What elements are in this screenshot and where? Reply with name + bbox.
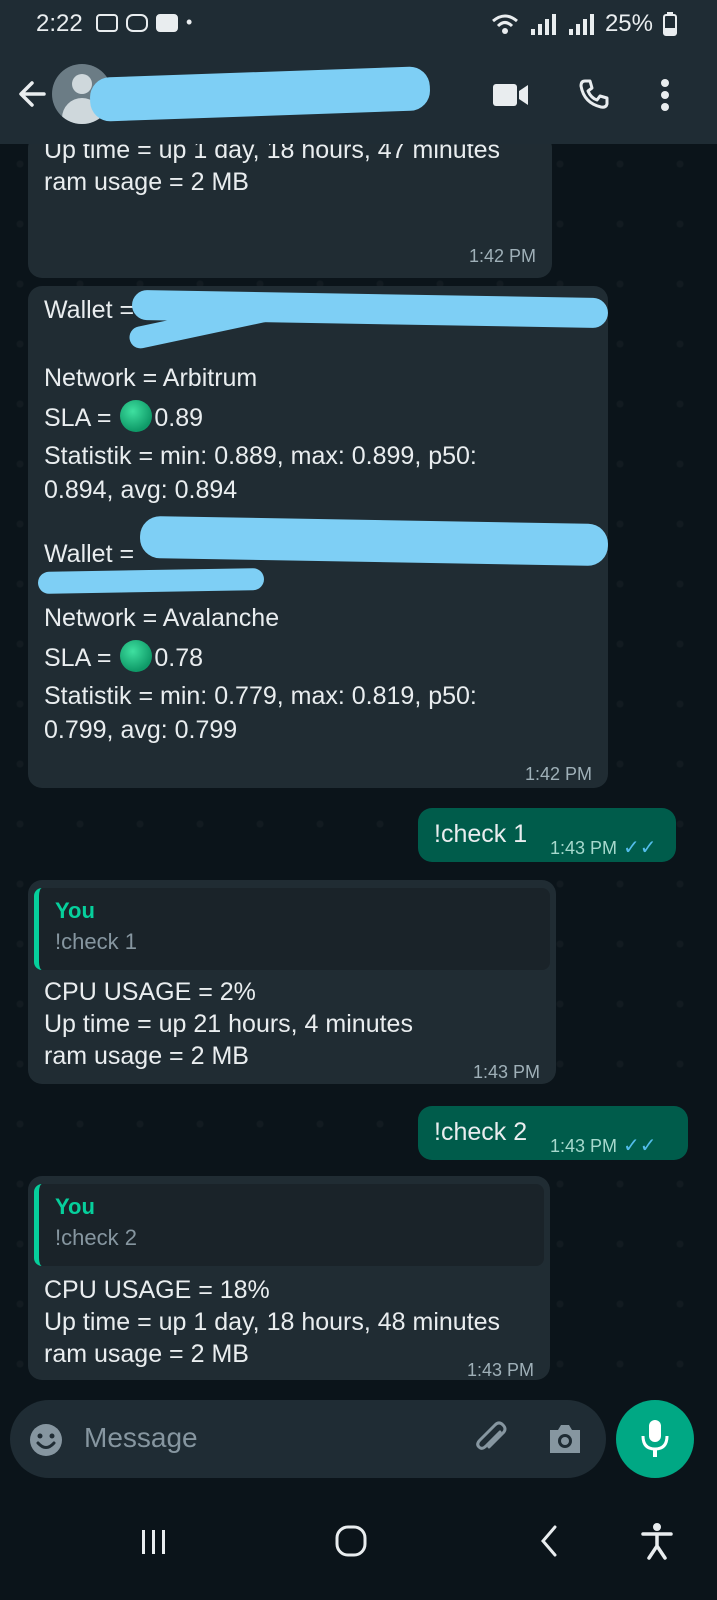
back-arrow-icon[interactable] xyxy=(14,76,50,112)
incoming-message[interactable]: Wallet = ▂▂▂▂▂▂▂▂ Network = Arbitrum SLA… xyxy=(28,286,609,788)
message-text: !check 1 xyxy=(434,820,528,848)
redacted-contact-name[interactable] xyxy=(89,66,431,122)
quote-sender: You xyxy=(55,898,95,923)
message-time: 1:42 PM xyxy=(468,246,536,266)
instagram-notification-icon xyxy=(126,13,148,32)
incoming-message[interactable]: You !check 2 CPU USAGE = 18% Up time = u… xyxy=(28,1176,550,1380)
message-composer[interactable]: Message xyxy=(10,1400,606,1478)
stats-line: Statistik = min: 0.779, max: 0.819, p50: xyxy=(44,682,477,710)
message-line: ram usage = 2 MB xyxy=(44,168,249,196)
message-line: ram usage = 2 MB xyxy=(44,1042,249,1070)
message-time: 1:43 PM xyxy=(466,1360,534,1380)
back-icon[interactable] xyxy=(538,1524,560,1558)
emoji-icon[interactable] xyxy=(28,1422,64,1458)
attach-icon[interactable] xyxy=(472,1420,510,1458)
stats-line: 0.894, avg: 0.894 xyxy=(44,476,238,504)
message-line: Up time = up 1 day, 18 hours, 47 minutes xyxy=(44,144,501,164)
wifi-icon xyxy=(491,14,518,34)
camera-icon[interactable] xyxy=(546,1422,584,1456)
quote-text: !check 1 xyxy=(55,929,137,954)
home-icon[interactable] xyxy=(334,1524,368,1558)
status-bar: 2:22 • 25% xyxy=(0,0,717,46)
stats-line: Statistik = min: 0.889, max: 0.899, p50: xyxy=(44,442,477,470)
status-time: 2:22 xyxy=(36,10,83,37)
message-text: !check 2 xyxy=(434,1118,528,1146)
message-time: 1:43 PM xyxy=(550,838,618,858)
partial-wallet-text: ▂▂▂▂▂▂▂▂ xyxy=(46,332,232,346)
incoming-message[interactable]: Up time = up 1 day, 18 hours, 47 minutes… xyxy=(28,144,552,278)
voice-call-icon[interactable] xyxy=(578,78,610,110)
outgoing-message[interactable]: !check 1 1:43 PM ✓✓ xyxy=(418,808,676,862)
signal-icon-2 xyxy=(568,14,594,35)
accessibility-icon[interactable] xyxy=(640,1522,674,1560)
redacted-wallet-address xyxy=(139,515,609,567)
message-time: 1:42 PM xyxy=(524,764,592,784)
green-circle-icon xyxy=(120,640,153,672)
message-time: 1:43 PM xyxy=(472,1062,540,1082)
message-line: CPU USAGE = 2% xyxy=(44,978,256,1006)
double-check-read-icon: ✓✓ xyxy=(623,1135,657,1157)
network-line: Network = Avalanche xyxy=(44,604,280,632)
wallet-label: Wallet = xyxy=(44,296,135,324)
more-options-icon[interactable] xyxy=(660,78,670,112)
chat-header xyxy=(0,46,717,144)
microphone-icon xyxy=(641,1420,669,1457)
system-navigation-bar xyxy=(0,1494,717,1600)
quote-sender: You xyxy=(55,1194,95,1219)
voice-message-button[interactable] xyxy=(616,1400,694,1478)
outgoing-message[interactable]: !check 2 1:43 PM ✓✓ xyxy=(418,1106,688,1160)
quoted-message[interactable]: You !check 2 xyxy=(34,1184,544,1266)
message-input[interactable]: Message xyxy=(84,1422,198,1454)
gallery-notification-icon xyxy=(96,13,118,32)
message-line: ram usage = 2 MB xyxy=(44,1340,249,1368)
more-notifications-icon: • xyxy=(186,12,193,32)
message-line: CPU USAGE = 18% xyxy=(44,1276,270,1304)
sla-line: SLA = 0.89 xyxy=(44,400,203,434)
recent-apps-icon[interactable] xyxy=(140,1528,168,1556)
network-line: Network = Arbitrum xyxy=(44,364,258,392)
message-time: 1:43 PM xyxy=(550,1136,618,1156)
incoming-message[interactable]: You !check 1 CPU USAGE = 2% Up time = up… xyxy=(28,880,556,1084)
stats-line: 0.799, avg: 0.799 xyxy=(44,716,238,744)
sla-line: SLA = 0.78 xyxy=(44,640,203,674)
redacted-wallet-address xyxy=(37,568,265,594)
message-line: Up time = up 21 hours, 4 minutes xyxy=(44,1010,413,1038)
double-check-read-icon: ✓✓ xyxy=(623,837,657,859)
video-call-icon[interactable] xyxy=(492,82,530,108)
battery-icon xyxy=(663,12,677,36)
message-line: Up time = up 1 day, 18 hours, 48 minutes xyxy=(44,1308,501,1336)
wallet-label: Wallet = xyxy=(44,540,135,568)
signal-icon xyxy=(530,14,556,35)
quote-text: !check 2 xyxy=(55,1225,137,1250)
green-circle-icon xyxy=(120,400,153,432)
chat-area[interactable]: Up time = up 1 day, 18 hours, 47 minutes… xyxy=(0,144,717,1420)
quoted-message[interactable]: You !check 1 xyxy=(34,888,550,970)
battery-percent: 25% xyxy=(604,10,653,37)
youtube-notification-icon xyxy=(156,13,178,32)
